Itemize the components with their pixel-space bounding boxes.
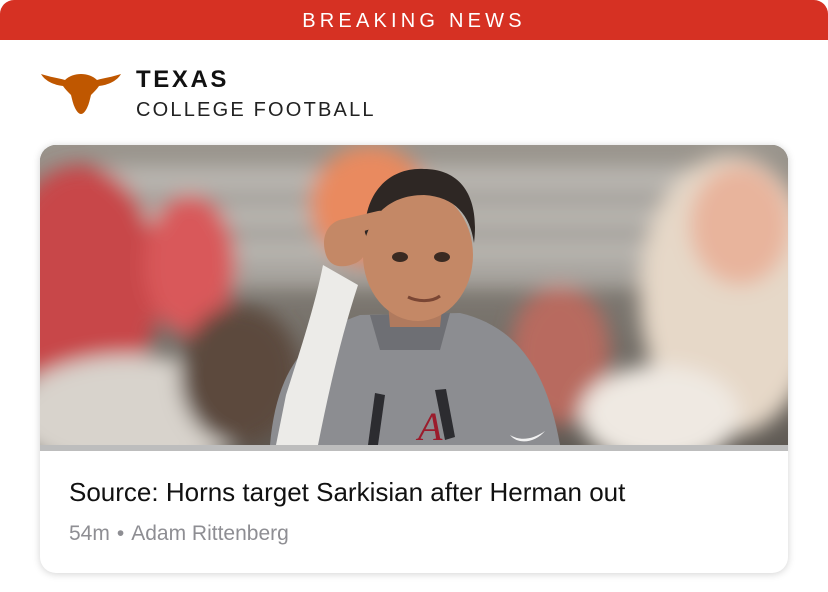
meta-separator: •: [116, 522, 125, 545]
team-name: TEXAS: [136, 66, 230, 93]
svg-text:A: A: [415, 404, 443, 445]
news-card[interactable]: A Source: Horns target Sarkisian after H…: [40, 145, 788, 573]
article-headline[interactable]: Source: Horns target Sarkisian after Her…: [69, 477, 625, 508]
breaking-news-banner[interactable]: BREAKING NEWS: [0, 0, 828, 40]
longhorn-logo-icon: [41, 74, 121, 114]
breaking-news-label: BREAKING NEWS: [302, 9, 526, 32]
team-header[interactable]: TEXAS COLLEGE FOOTBALL: [40, 66, 376, 126]
article-author: Adam Rittenberg: [131, 522, 289, 545]
coach-pointing-photo: A: [40, 145, 788, 445]
photo-divider: [40, 445, 788, 451]
article-age: 54m: [69, 522, 110, 545]
article-meta: 54m • Adam Rittenberg: [69, 522, 289, 546]
team-subtitle: COLLEGE FOOTBALL: [136, 99, 376, 121]
article-photo[interactable]: A: [40, 145, 788, 445]
